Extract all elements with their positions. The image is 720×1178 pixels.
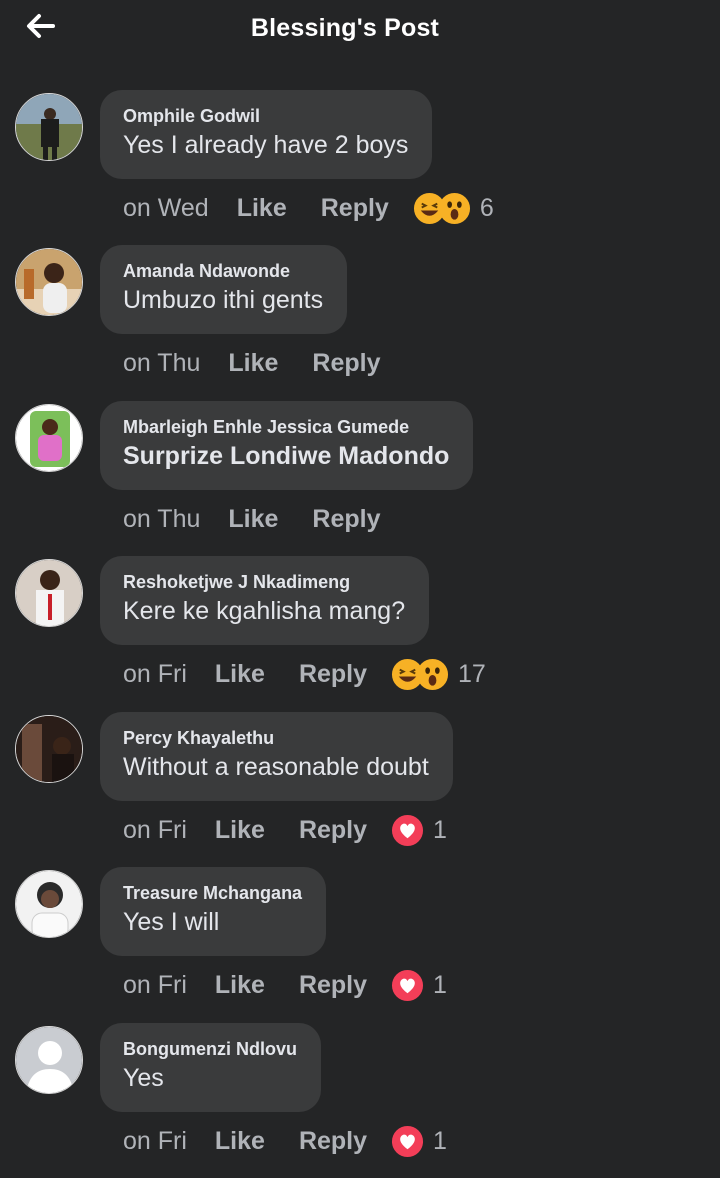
reply-button[interactable]: Reply: [312, 505, 380, 534]
comment-bubble[interactable]: Bongumenzi Ndlovu Yes: [100, 1023, 321, 1112]
comment-time: on Wed: [123, 193, 209, 222]
reaction-count: 17: [458, 659, 486, 688]
love-icon: [392, 814, 424, 846]
comment-author[interactable]: Percy Khayalethu: [123, 727, 429, 749]
comment-time: on Fri: [123, 970, 187, 999]
reaction-summary[interactable]: 17: [391, 658, 486, 691]
like-button[interactable]: Like: [215, 1127, 265, 1156]
comment-item: Bongumenzi Ndlovu Yes on Fri Like Reply …: [0, 1023, 720, 1178]
like-button[interactable]: Like: [228, 505, 278, 534]
love-icon: [392, 969, 424, 1001]
page-title: Blessing's Post: [250, 14, 440, 42]
comment-actions: on Fri Like Reply 1: [123, 967, 447, 1003]
reaction-count: 1: [433, 1126, 447, 1155]
comment-text: Yes I will: [123, 908, 220, 936]
comment-item: Percy Khayalethu Without a reasonable do…: [0, 712, 720, 867]
comment-bubble[interactable]: Reshoketjwe J Nkadimeng Kere ke kgahlish…: [100, 556, 430, 645]
comment-bubble[interactable]: Percy Khayalethu Without a reasonable do…: [100, 712, 453, 801]
wow-icon: [417, 658, 449, 690]
comment-bubble[interactable]: Amanda Ndawonde Umbuzo ithi gents: [100, 245, 348, 334]
avatar[interactable]: [15, 1026, 83, 1094]
comment-actions: on Wed Like Reply 6: [123, 190, 494, 226]
reaction-summary[interactable]: 1: [391, 814, 447, 847]
like-button[interactable]: Like: [237, 194, 287, 223]
reply-button[interactable]: Reply: [299, 1127, 367, 1156]
avatar[interactable]: [15, 870, 83, 938]
comment-bubble[interactable]: Mbarleigh Enhle Jessica Gumede Surprize …: [100, 401, 474, 490]
comment-author[interactable]: Reshoketjwe J Nkadimeng: [123, 571, 405, 593]
comment-actions: on Fri Like Reply 1: [123, 1123, 447, 1159]
like-button[interactable]: Like: [215, 816, 265, 845]
avatar[interactable]: [15, 715, 83, 783]
comment-item: Omphile Godwil Yes I already have 2 boys…: [0, 90, 720, 245]
comment-bubble[interactable]: Omphile Godwil Yes I already have 2 boys: [100, 90, 433, 179]
like-button[interactable]: Like: [215, 660, 265, 689]
top-bar: Blessing's Post: [0, 0, 720, 64]
comment-actions: on Thu Like Reply: [123, 501, 415, 537]
comment-time: on Fri: [123, 659, 187, 688]
comment-item: Treasure Mchangana Yes I will on Fri Lik…: [0, 867, 720, 1022]
comment-actions: on Fri Like Reply 1: [123, 812, 447, 848]
reaction-count: 1: [433, 815, 447, 844]
comment-author[interactable]: Treasure Mchangana: [123, 882, 302, 904]
reply-button[interactable]: Reply: [321, 194, 389, 223]
comment-time: on Thu: [123, 504, 201, 533]
comment-text: Umbuzo ithi gents: [123, 286, 324, 314]
comment-time: on Thu: [123, 348, 201, 377]
comment-text: Yes: [123, 1064, 164, 1092]
comment-time: on Fri: [123, 815, 187, 844]
reaction-count: 1: [433, 970, 447, 999]
avatar[interactable]: [15, 93, 83, 161]
comment-text: Without a reasonable doubt: [123, 753, 429, 781]
like-button[interactable]: Like: [215, 971, 265, 1000]
reaction-summary[interactable]: 1: [391, 969, 447, 1002]
reply-button[interactable]: Reply: [299, 971, 367, 1000]
reply-button[interactable]: Reply: [312, 349, 380, 378]
like-button[interactable]: Like: [228, 349, 278, 378]
reaction-count: 6: [479, 193, 494, 222]
avatar[interactable]: [15, 559, 83, 627]
avatar[interactable]: [15, 404, 83, 472]
reply-button[interactable]: Reply: [299, 816, 367, 845]
comment-author[interactable]: Omphile Godwil: [123, 105, 408, 127]
comment-actions: on Fri Like Reply 17: [123, 656, 486, 692]
comment-actions: on Thu Like Reply: [123, 345, 415, 381]
wow-icon: [438, 192, 470, 224]
comment-text: Yes I already have 2 boys: [123, 131, 409, 159]
love-icon: [392, 1125, 424, 1157]
comment-author[interactable]: Amanda Ndawonde: [123, 260, 323, 282]
reaction-summary[interactable]: 1: [391, 1125, 447, 1158]
comment-item: Reshoketjwe J Nkadimeng Kere ke kgahlish…: [0, 556, 720, 711]
comment-item: Mbarleigh Enhle Jessica Gumede Surprize …: [0, 401, 720, 556]
comment-item: Amanda Ndawonde Umbuzo ithi gents on Thu…: [0, 245, 720, 400]
comment-author[interactable]: Bongumenzi Ndlovu: [123, 1038, 297, 1060]
comment-text: Kere ke kgahlisha mang?: [123, 597, 406, 625]
comment-bubble[interactable]: Treasure Mchangana Yes I will: [100, 867, 327, 956]
reply-button[interactable]: Reply: [299, 660, 367, 689]
default-avatar-icon: [16, 1027, 82, 1093]
avatar[interactable]: [15, 248, 83, 316]
comment-time: on Fri: [123, 1126, 187, 1155]
reaction-summary[interactable]: 6: [413, 192, 494, 225]
tagged-user-link[interactable]: Surprize Londiwe Madondo: [123, 439, 449, 473]
comment-author[interactable]: Mbarleigh Enhle Jessica Gumede: [123, 416, 449, 438]
